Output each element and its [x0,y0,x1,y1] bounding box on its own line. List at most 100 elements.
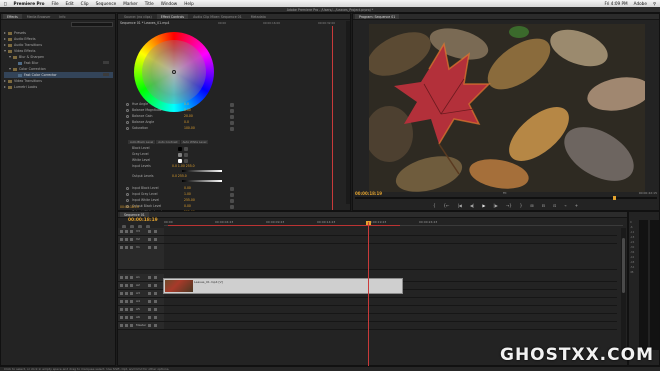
disclosure-triangle-icon[interactable] [9,68,11,70]
track-mute-icon[interactable] [148,284,151,287]
stopwatch-icon[interactable] [126,199,129,202]
disclosure-triangle-icon[interactable] [4,38,6,40]
program-playhead[interactable] [613,196,616,200]
track-mute-icon[interactable] [130,316,133,319]
stopwatch-icon[interactable] [126,115,129,118]
eyedropper-icon[interactable] [184,158,188,163]
track-eye-icon[interactable] [154,230,157,233]
track-eye-icon[interactable] [148,230,151,233]
effect-controls-ruler[interactable]: 00:00 00:00:16:00 00:00:32:00 [218,21,348,26]
track-mute-icon[interactable] [130,324,133,327]
track-mute-icon[interactable] [120,324,123,327]
tab-source[interactable]: Source: (no clips) [120,14,156,19]
gray-level-swatch[interactable] [178,152,182,157]
track-eye-icon[interactable] [125,246,128,249]
eyedropper-icon[interactable] [184,146,188,151]
tab-audio-clip-mixer[interactable]: Audio Clip Mixer: Sequence 01 [189,14,246,19]
transport-button[interactable]: |◀ [457,203,461,208]
track-mute-icon[interactable] [120,308,123,311]
track-eye-icon[interactable] [120,230,123,233]
effect-controls-playhead[interactable] [332,26,333,210]
track-eye-icon[interactable] [148,238,151,241]
transport-button[interactable]: {← [444,203,450,208]
track-mute-icon[interactable] [154,292,157,295]
stopwatch-icon[interactable] [126,109,129,112]
track-mute-icon[interactable] [130,284,133,287]
output-levels-values[interactable]: 0.0 255.0 [172,174,187,178]
track-mute-icon[interactable] [120,276,123,279]
track-mute-icon[interactable] [154,284,157,287]
effect-param-value[interactable]: 255.00 [184,198,195,202]
track-eye-icon[interactable] [154,246,157,249]
menu-edit[interactable]: Edit [66,1,74,6]
effect-param-value[interactable]: 0.00 [184,186,191,190]
program-scrubber[interactable] [355,196,657,200]
transport-button[interactable]: →} [506,203,512,208]
track-mute-icon[interactable] [154,308,157,311]
transport-button[interactable]: |▶ [493,203,497,208]
stopwatch-icon[interactable] [126,193,129,196]
transport-button[interactable]: { [433,203,436,208]
menu-sequence[interactable]: Sequence [96,1,117,6]
track-mute-icon[interactable] [125,284,128,287]
input-levels-slider[interactable] [182,170,222,172]
reset-icon[interactable] [230,126,234,131]
menubar-clock[interactable]: Fri 4:09 PM [604,1,627,6]
reset-icon[interactable] [230,204,234,209]
track-mute-icon[interactable] [120,292,123,295]
track-eye-icon[interactable] [125,238,128,241]
track-mute-icon[interactable] [120,316,123,319]
video-clip[interactable]: Leaves_01.mp4 [V] [163,278,403,294]
track-eye-icon[interactable] [154,238,157,241]
disclosure-triangle-icon[interactable] [4,50,6,52]
track-eye-icon[interactable] [130,230,133,233]
track-mute-icon[interactable] [154,276,157,279]
track-mute-icon[interactable] [125,292,128,295]
effect-param-value[interactable]: 0.00 [184,204,191,208]
menubar-user[interactable]: Adobe [634,1,647,6]
auto-white-level-button[interactable]: Auto White Level [180,140,209,144]
effect-controls-timecode[interactable]: 00:00:18:19 [120,205,139,209]
effects-search-input[interactable] [71,22,113,27]
apple-icon[interactable]:  [4,1,7,6]
stopwatch-icon[interactable] [126,103,129,106]
track-mute-icon[interactable] [154,324,157,327]
track-mute-icon[interactable] [148,300,151,303]
stopwatch-icon[interactable] [126,121,129,124]
menu-title[interactable]: Title [145,1,154,6]
work-area-bar[interactable] [168,225,400,227]
transport-button[interactable]: ⊞ [530,203,533,208]
tab-effects[interactable]: Effects [3,14,22,19]
transport-button[interactable]: ⊟ [542,203,545,208]
timeline-timecode[interactable]: 00:00:18:19 [128,218,158,223]
transport-button[interactable]: ▶ [482,203,485,208]
effect-param-value[interactable]: 0.0 [184,120,189,124]
black-level-swatch[interactable] [178,146,182,151]
menu-clip[interactable]: Clip [81,1,89,6]
tab-sequence-01[interactable]: Sequence 01 [120,212,149,217]
auto-contrast-button[interactable]: Auto Contrast [156,140,180,144]
track-mute-icon[interactable] [148,316,151,319]
reset-icon[interactable] [230,186,234,191]
track-mute-icon[interactable] [130,308,133,311]
track-mute-icon[interactable] [125,308,128,311]
track-mute-icon[interactable] [130,292,133,295]
menu-file[interactable]: File [52,1,59,6]
track-eye-icon[interactable] [130,238,133,241]
track-mute-icon[interactable] [125,300,128,303]
menu-help[interactable]: Help [184,1,194,6]
transport-button[interactable]: ⊡ [553,203,556,208]
transport-button[interactable]: } [520,203,523,208]
disclosure-triangle-icon[interactable] [9,56,11,58]
transport-button[interactable]: ⌁ [564,203,566,208]
output-levels-slider[interactable] [182,180,222,182]
reset-icon[interactable] [230,108,234,113]
track-eye-icon[interactable] [120,238,123,241]
disclosure-triangle-icon[interactable] [4,80,6,82]
tab-info[interactable]: Info [55,14,70,19]
track-mute-icon[interactable] [120,284,123,287]
disclosure-triangle-icon[interactable] [4,32,6,34]
track-mute-icon[interactable] [130,276,133,279]
timeline-scroll-thumb[interactable] [622,238,625,293]
effect-param-value[interactable]: 20.00 [184,114,193,118]
